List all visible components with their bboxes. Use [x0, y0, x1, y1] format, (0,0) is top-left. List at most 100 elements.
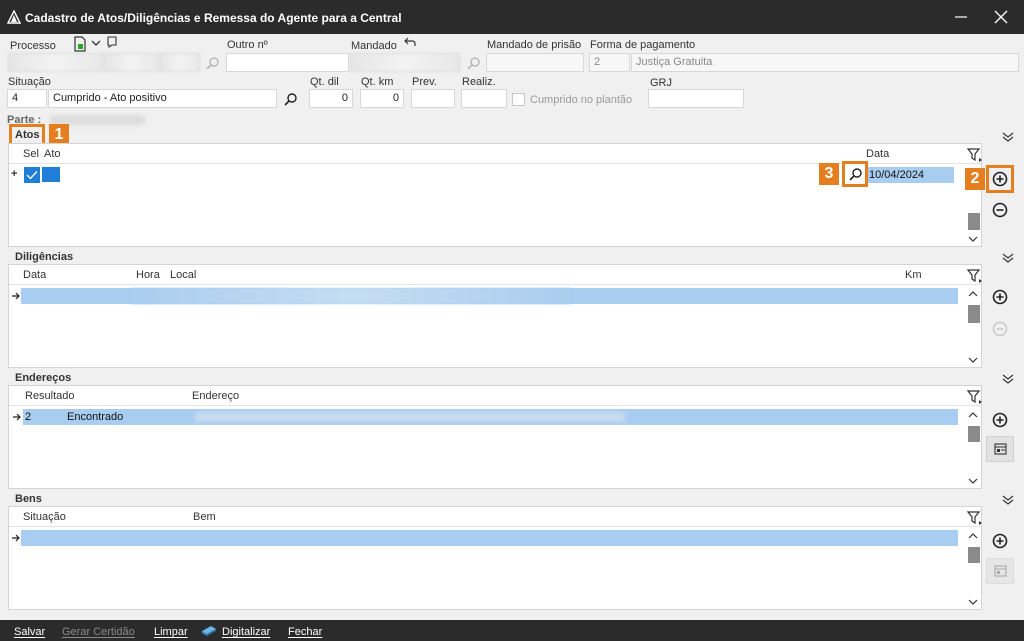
add-diligencia-button[interactable]: [989, 286, 1011, 308]
add-endereco-button[interactable]: [989, 409, 1011, 431]
endereco-row-blurred: [195, 412, 625, 422]
collapse-diligencias-icon[interactable]: [1001, 252, 1015, 264]
scroll-thumb[interactable]: [968, 426, 980, 442]
close-icon: [994, 10, 1008, 24]
diligencia-row[interactable]: [21, 288, 958, 304]
bens-grid[interactable]: Situação Bem: [8, 506, 982, 610]
fechar-button[interactable]: Fechar: [288, 626, 322, 638]
minimize-button[interactable]: [946, 6, 976, 28]
scroll-thumb[interactable]: [968, 213, 980, 230]
search-processo-icon[interactable]: [206, 56, 220, 70]
processo-field-1[interactable]: [8, 53, 103, 72]
endereco-details-button[interactable]: [986, 436, 1014, 462]
endereco-row[interactable]: 2 Encontrado: [23, 409, 958, 425]
scroll-thumb[interactable]: [968, 305, 980, 323]
scroll-down-icon[interactable]: [965, 595, 981, 609]
limpar-button[interactable]: Limpar: [154, 626, 188, 638]
check-icon: [26, 171, 38, 180]
processo-label: Processo: [10, 40, 56, 52]
select-checkbox[interactable]: [24, 167, 40, 183]
remove-diligencia-button[interactable]: [989, 318, 1011, 340]
minimize-icon: [955, 16, 967, 18]
situacao-code-field[interactable]: 4: [7, 89, 47, 108]
table-icon: [994, 443, 1007, 455]
filter-enderecos-icon[interactable]: [967, 389, 983, 405]
remove-ato-button[interactable]: [989, 199, 1011, 221]
col-ato: Ato: [44, 148, 61, 160]
search-situacao-icon[interactable]: [284, 92, 298, 106]
bookmark-icon[interactable]: [106, 36, 118, 48]
col-resultado: Resultado: [25, 390, 75, 402]
forma-pagamento-value-field[interactable]: Justiça Gratuita: [631, 53, 1019, 72]
salvar-button[interactable]: Salvar: [14, 626, 45, 638]
window-title: Cadastro de Atos/Diligências e Remessa d…: [25, 11, 402, 25]
qt-dil-field[interactable]: 0: [309, 89, 353, 108]
diligencias-scrollbar[interactable]: [965, 287, 981, 367]
mandado-field[interactable]: [350, 53, 460, 72]
bens-section-title: Bens: [15, 493, 42, 505]
row-pointer-icon: [13, 413, 21, 421]
search-mandado-icon[interactable]: [467, 56, 481, 70]
scroll-up-icon[interactable]: [965, 287, 981, 301]
forma-pagamento-label: Forma de pagamento: [590, 39, 696, 51]
highlight-ato-search: [842, 161, 868, 187]
bens-scrollbar[interactable]: [965, 529, 981, 609]
undo-icon[interactable]: [404, 36, 416, 48]
filter-atos-icon[interactable]: [967, 147, 983, 163]
ato-cell-selected[interactable]: [42, 167, 60, 182]
prev-label: Prev.: [412, 76, 437, 88]
prev-field[interactable]: [411, 89, 455, 108]
scroll-down-icon[interactable]: [965, 353, 981, 367]
collapse-enderecos-icon[interactable]: [1001, 373, 1015, 385]
scroll-thumb[interactable]: [968, 547, 980, 563]
close-button[interactable]: [986, 6, 1016, 28]
realiz-field[interactable]: [461, 89, 507, 108]
enderecos-section-title: Endereços: [15, 372, 72, 384]
situacao-label: Situação: [8, 76, 51, 88]
filter-bens-icon[interactable]: [967, 510, 983, 526]
collapse-atos-icon[interactable]: [1001, 131, 1015, 143]
enderecos-scrollbar[interactable]: [965, 408, 981, 488]
diligencias-grid-header: Data Hora Local Km: [9, 265, 981, 285]
outro-numero-field[interactable]: [226, 53, 349, 72]
ato-date-cell[interactable]: 10/04/2024: [867, 167, 954, 183]
app-logo-icon: [7, 10, 21, 24]
col-bem: Bem: [193, 511, 216, 523]
atos-grid[interactable]: Sel Ato Data + 10/04/2024: [8, 143, 982, 247]
bottom-toolbar: Salvar Gerar Certidão Limpar Digitalizar…: [0, 620, 1024, 641]
mandado-prisao-label: Mandado de prisão: [487, 39, 582, 51]
col-situacao: Situação: [23, 511, 66, 523]
col-data: Data: [866, 148, 890, 160]
scroll-down-icon[interactable]: [965, 474, 981, 488]
processo-field-3[interactable]: [160, 53, 200, 72]
gerar-certidao-button[interactable]: Gerar Certidão: [62, 626, 135, 638]
annotation-badge-3: 3: [819, 163, 839, 185]
add-ato-button[interactable]: [989, 168, 1011, 190]
scroll-down-icon[interactable]: [965, 232, 981, 246]
title-bar: Cadastro de Atos/Diligências e Remessa d…: [0, 0, 1024, 34]
enderecos-grid[interactable]: Resultado Endereço 2 Encontrado: [8, 385, 982, 489]
digitalizar-button[interactable]: Digitalizar: [222, 626, 270, 638]
row-expand-icon[interactable]: +: [11, 168, 17, 180]
situacao-value-field[interactable]: Cumprido - Ato positivo: [48, 89, 277, 108]
scroll-up-icon[interactable]: [965, 408, 981, 422]
document-icon[interactable]: [72, 36, 88, 52]
qt-km-field[interactable]: 0: [360, 89, 404, 108]
mandado-prisao-field[interactable]: [486, 53, 584, 72]
diligencias-grid[interactable]: Data Hora Local Km: [8, 264, 982, 368]
chevron-down-icon[interactable]: [90, 37, 102, 49]
grj-field[interactable]: [648, 89, 744, 108]
bem-row[interactable]: [21, 530, 958, 546]
scroll-up-icon[interactable]: [965, 529, 981, 543]
bens-grid-header: Situação Bem: [9, 507, 981, 527]
cumprido-plantao-checkbox[interactable]: [512, 93, 525, 106]
add-bem-button[interactable]: [989, 530, 1011, 552]
processo-field-2[interactable]: [104, 53, 159, 72]
collapse-bens-icon[interactable]: [1001, 494, 1015, 506]
forma-pagamento-code-field[interactable]: 2: [589, 53, 630, 72]
col-local: Local: [170, 269, 197, 281]
bem-details-button[interactable]: [986, 558, 1014, 584]
ato-date-value: 10/04/2024: [869, 169, 925, 181]
grj-label: GRJ: [650, 77, 672, 89]
filter-diligencias-icon[interactable]: [967, 268, 983, 284]
